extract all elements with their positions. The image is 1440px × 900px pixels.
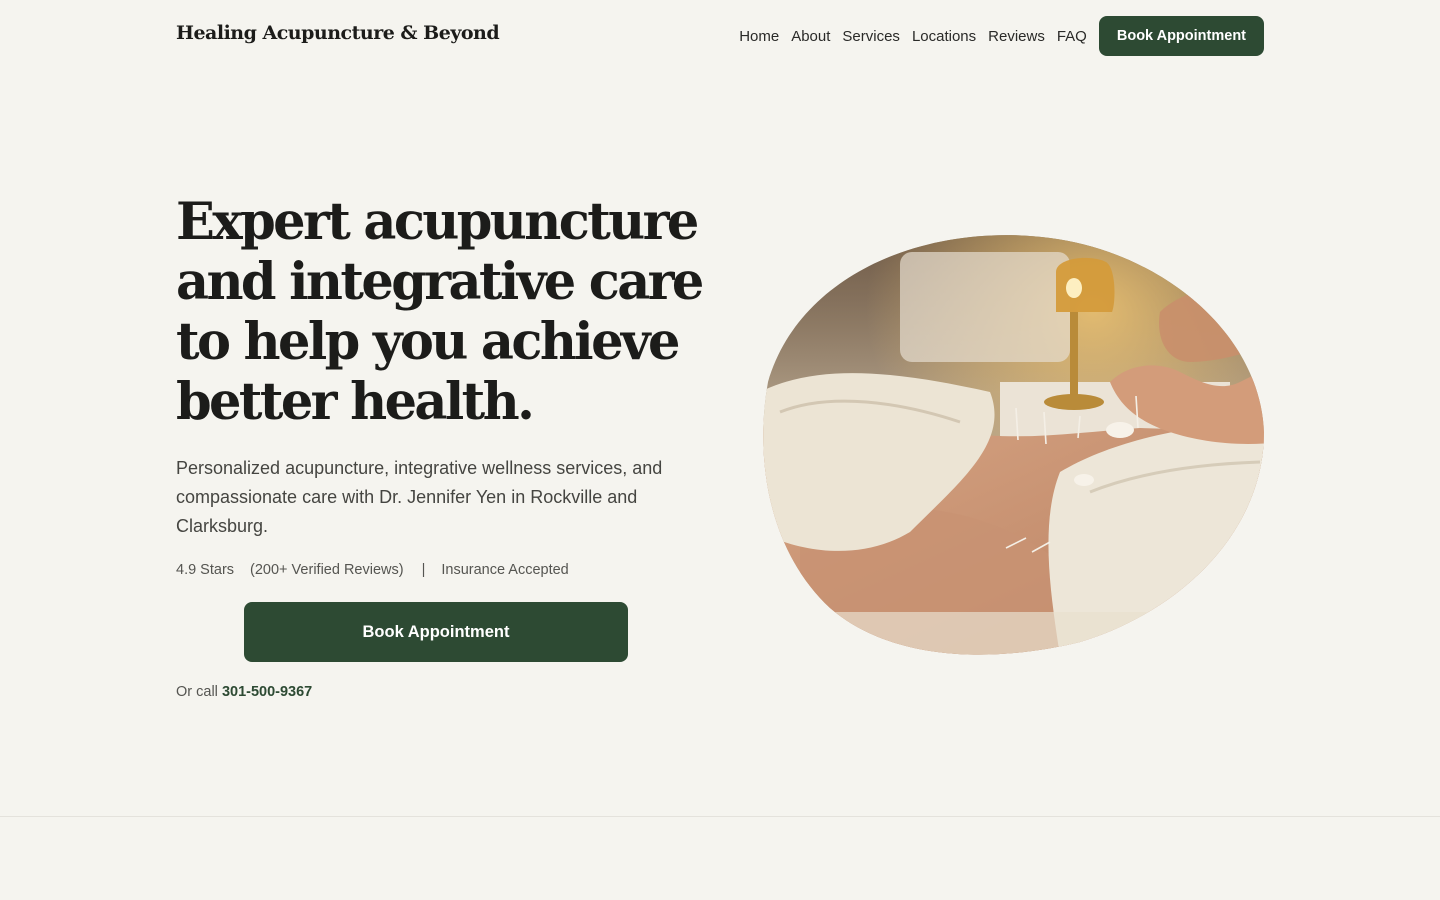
section-divider [0, 816, 1440, 817]
header-book-appointment-button[interactable]: Book Appointment [1098, 16, 1264, 56]
nav-link-locations[interactable]: Locations [912, 28, 976, 45]
trust-indicators: 4.9 Stars (200+ Verified Reviews) | Insu… [176, 562, 569, 578]
rating-text: 4.9 Stars [176, 562, 235, 578]
insurance-text: Insurance Accepted [441, 562, 569, 578]
meta-separator: | [421, 562, 426, 578]
reviews-count: (200+ Verified Reviews) [250, 562, 404, 578]
hero-subtitle: Personalized acupuncture, integrative we… [176, 458, 663, 536]
hero-book-appointment-button[interactable]: Book Appointment [244, 602, 628, 662]
nav-link-reviews[interactable]: Reviews [988, 28, 1045, 45]
nav-link-services[interactable]: Services [842, 28, 900, 45]
nav-link-faq[interactable]: FAQ [1057, 28, 1087, 45]
acupuncture-treatment-image [763, 235, 1264, 655]
nav-link-home[interactable]: Home [739, 28, 779, 45]
nav-link-about[interactable]: About [791, 28, 830, 45]
hero-title: Expert acupuncture and integrative care … [176, 192, 704, 432]
site-logo[interactable]: Healing Acupuncture & Beyond [176, 22, 500, 44]
call-line: Or call 301-500-9367 [176, 684, 312, 700]
site-header: Healing Acupuncture & Beyond Home About … [0, 0, 1440, 72]
call-prefix: Or call [176, 684, 218, 700]
main-nav: Home About Services Locations Reviews FA… [739, 16, 1264, 56]
phone-link[interactable]: 301-500-9367 [222, 684, 312, 700]
